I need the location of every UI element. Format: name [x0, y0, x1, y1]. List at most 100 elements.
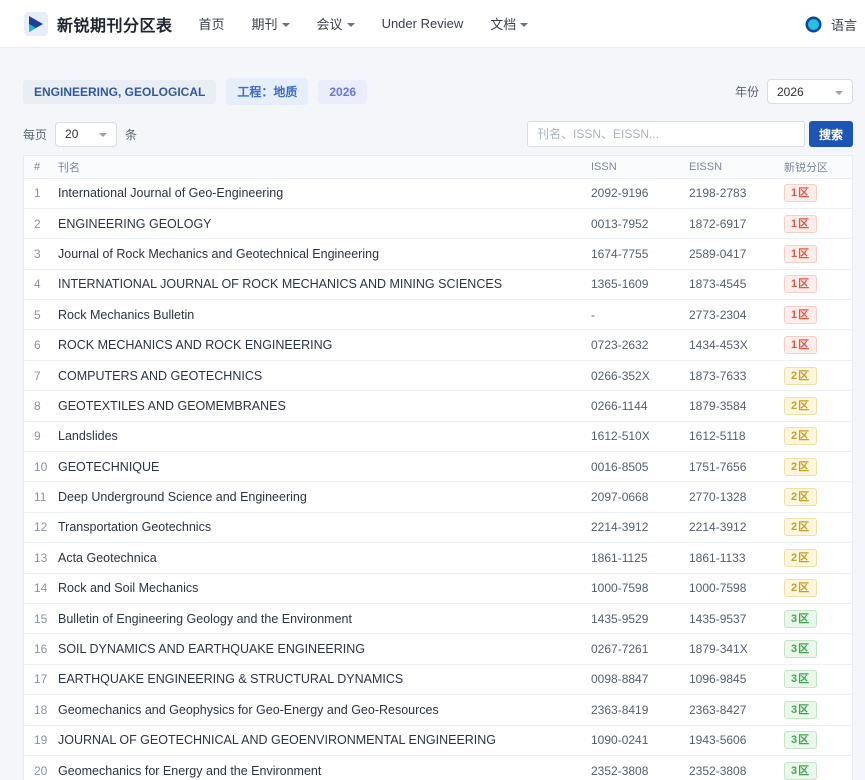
tier-badge: 2区	[784, 397, 817, 415]
col-tier: 新锐分区	[784, 156, 852, 178]
tier-badge: 2区	[784, 488, 817, 506]
table-row[interactable]: 14 Rock and Soil Mechanics 1000-7598 100…	[24, 573, 852, 603]
table-row[interactable]: 15 Bulletin of Engineering Geology and t…	[24, 603, 852, 633]
journal-issn: 1674-7755	[591, 239, 689, 269]
year-tag[interactable]: 2026	[318, 80, 367, 104]
tier-badge: 1区	[784, 336, 817, 354]
journal-name: Landslides	[58, 421, 591, 451]
tier-badge: 3区	[784, 610, 817, 628]
tier-badge: 1区	[784, 306, 817, 324]
row-index: 8	[24, 391, 58, 421]
journal-eissn: 2773-2304	[689, 300, 784, 330]
chevron-down-icon	[282, 23, 290, 27]
table-row[interactable]: 3 Journal of Rock Mechanics and Geotechn…	[24, 239, 852, 269]
journal-issn: 1090-0241	[591, 725, 689, 755]
row-index: 1	[24, 178, 58, 208]
table-row[interactable]: 10 GEOTECHNIQUE 0016-8505 1751-7656 2区	[24, 452, 852, 482]
col-eissn: EISSN	[689, 156, 784, 178]
row-index: 5	[24, 300, 58, 330]
journal-name: SOIL DYNAMICS AND EARTHQUAKE ENGINEERING	[58, 634, 591, 664]
table-row[interactable]: 16 SOIL DYNAMICS AND EARTHQUAKE ENGINEER…	[24, 634, 852, 664]
nav-item-conferences[interactable]: 会议	[317, 14, 355, 33]
row-index: 20	[24, 755, 58, 780]
per-page-select[interactable]: 20	[55, 122, 117, 147]
journal-eissn: 2589-0417	[689, 239, 784, 269]
tier-badge: 1区	[784, 245, 817, 263]
journal-issn: 0266-1144	[591, 391, 689, 421]
language-toggle[interactable]: 语言	[831, 15, 857, 34]
table-row[interactable]: 12 Transportation Geotechnics 2214-3912 …	[24, 512, 852, 542]
nav-item-docs[interactable]: 文档	[490, 14, 528, 33]
journal-eissn: 2352-3808	[689, 755, 784, 780]
nav-item-home[interactable]: 首页	[199, 14, 225, 33]
table-row[interactable]: 5 Rock Mechanics Bulletin - 2773-2304 1区	[24, 300, 852, 330]
journal-table-body: 1 International Journal of Geo-Engineeri…	[24, 178, 852, 780]
row-index: 7	[24, 360, 58, 390]
journal-name: Rock Mechanics Bulletin	[58, 300, 591, 330]
journal-issn: 1435-9529	[591, 603, 689, 633]
table-header: # 刊名 ISSN EISSN 新锐分区	[24, 156, 852, 178]
nav-item-journals[interactable]: 期刊	[252, 14, 290, 33]
brand[interactable]: 新锐期刊分区表	[24, 12, 173, 36]
journal-issn: 0098-8847	[591, 664, 689, 694]
journal-name: Deep Underground Science and Engineering	[58, 482, 591, 512]
journal-eissn: 1879-341X	[689, 634, 784, 664]
journal-eissn: 1612-5118	[689, 421, 784, 451]
category-tag-en[interactable]: ENGINEERING, GEOLOGICAL	[23, 80, 216, 104]
col-journal-name: 刊名	[58, 156, 591, 178]
search-input[interactable]	[527, 121, 805, 147]
row-index: 13	[24, 543, 58, 573]
per-page-suffix: 条	[125, 126, 137, 143]
table-row[interactable]: 1 International Journal of Geo-Engineeri…	[24, 178, 852, 208]
journal-issn: 1861-1125	[591, 543, 689, 573]
table-row[interactable]: 6 ROCK MECHANICS AND ROCK ENGINEERING 07…	[24, 330, 852, 360]
journal-issn: 1365-1609	[591, 269, 689, 299]
category-tag-zh[interactable]: 工程：地质	[226, 78, 308, 105]
journal-eissn: 2214-3912	[689, 512, 784, 542]
nav-links: 首页 期刊 会议 Under Review 文档	[199, 14, 529, 33]
tier-badge: 3区	[784, 701, 817, 719]
table-row[interactable]: 4 INTERNATIONAL JOURNAL OF ROCK MECHANIC…	[24, 269, 852, 299]
journal-name: COMPUTERS AND GEOTECHNICS	[58, 360, 591, 390]
table-row[interactable]: 17 EARTHQUAKE ENGINEERING & STRUCTURAL D…	[24, 664, 852, 694]
journal-eissn: 1872-6917	[689, 208, 784, 238]
journal-issn: 1000-7598	[591, 573, 689, 603]
journal-name: JOURNAL OF GEOTECHNICAL AND GEOENVIRONME…	[58, 725, 591, 755]
journal-name: Journal of Rock Mechanics and Geotechnic…	[58, 239, 591, 269]
col-index: #	[24, 156, 58, 178]
tier-badge: 1区	[784, 215, 817, 233]
journal-eissn: 1943-5606	[689, 725, 784, 755]
year-select[interactable]: 2026	[767, 79, 853, 104]
search-button[interactable]: 搜索	[809, 121, 853, 147]
year-label: 年份	[735, 83, 759, 100]
journal-name: INTERNATIONAL JOURNAL OF ROCK MECHANICS …	[58, 269, 591, 299]
top-navbar: 新锐期刊分区表 首页 期刊 会议 Under Review 文档 语言	[0, 0, 865, 48]
table-row[interactable]: 19 JOURNAL OF GEOTECHNICAL AND GEOENVIRO…	[24, 725, 852, 755]
nav-item-under-review[interactable]: Under Review	[382, 16, 464, 31]
per-page-label: 每页	[23, 126, 47, 143]
journal-name: ENGINEERING GEOLOGY	[58, 208, 591, 238]
tier-badge: 1区	[784, 184, 817, 202]
table-row[interactable]: 18 Geomechanics and Geophysics for Geo-E…	[24, 695, 852, 725]
nav-right: 语言	[805, 0, 857, 48]
journal-eissn: 1096-9845	[689, 664, 784, 694]
journal-name: Acta Geotechnica	[58, 543, 591, 573]
table-row[interactable]: 13 Acta Geotechnica 1861-1125 1861-1133 …	[24, 543, 852, 573]
row-index: 12	[24, 512, 58, 542]
journal-name: Geomechanics for Energy and the Environm…	[58, 755, 591, 780]
table-row[interactable]: 8 GEOTEXTILES AND GEOMEMBRANES 0266-1144…	[24, 391, 852, 421]
table-row[interactable]: 9 Landslides 1612-510X 1612-5118 2区	[24, 421, 852, 451]
tier-badge: 2区	[784, 367, 817, 385]
globe-icon[interactable]	[805, 16, 822, 33]
table-row[interactable]: 11 Deep Underground Science and Engineer…	[24, 482, 852, 512]
journal-issn: -	[591, 300, 689, 330]
journal-name: Rock and Soil Mechanics	[58, 573, 591, 603]
journal-eissn: 1000-7598	[689, 573, 784, 603]
table-row[interactable]: 2 ENGINEERING GEOLOGY 0013-7952 1872-691…	[24, 208, 852, 238]
journal-name: Geomechanics and Geophysics for Geo-Ener…	[58, 695, 591, 725]
table-row[interactable]: 20 Geomechanics for Energy and the Envir…	[24, 755, 852, 780]
chevron-down-icon	[835, 91, 843, 95]
journal-eissn: 1879-3584	[689, 391, 784, 421]
table-row[interactable]: 7 COMPUTERS AND GEOTECHNICS 0266-352X 18…	[24, 360, 852, 390]
row-index: 6	[24, 330, 58, 360]
